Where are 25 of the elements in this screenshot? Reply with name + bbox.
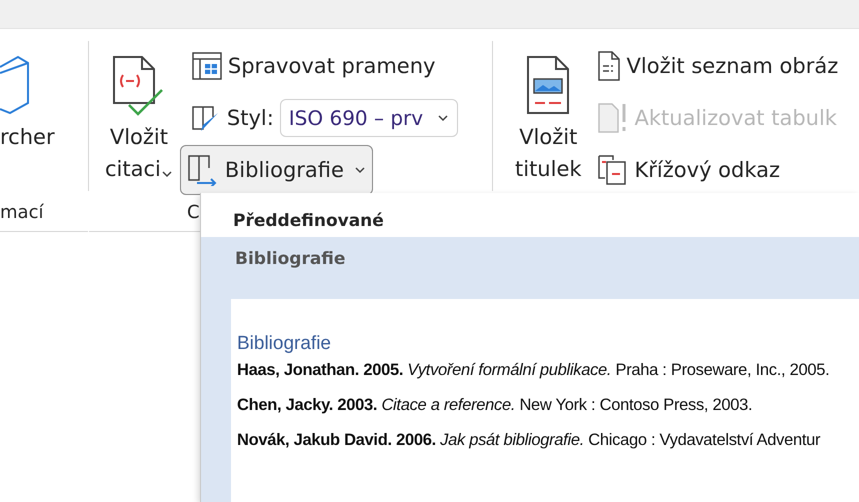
document-list-icon: [596, 51, 621, 81]
book-arrow-icon: [186, 154, 219, 186]
citation-entry: Novák, Jakub David. 2006. Jak psát bibliografie. Chicago : Vydavatelství Adventur: [237, 431, 822, 450]
bibliography-button[interactable]: Bibliografie: [180, 145, 373, 195]
citation-entry: Chen, Jacky. 2003. Citace a reference. New York : Contoso Press, 2003.: [237, 396, 754, 415]
chevron-icon: [160, 170, 173, 178]
ribbon-menu-button[interactable]: Vložit seznam obráz: [590, 41, 840, 91]
document-image-icon: [525, 55, 572, 117]
cube-icon: [0, 55, 30, 117]
group-label: mací: [0, 201, 45, 225]
preview-heading: Bibliografie: [237, 333, 332, 355]
citation-entry: Haas, Jonathan. 2005. Vytvoření formální publikace. Praha : Proseware, Inc., 2005.: [237, 361, 830, 380]
menu-header: Předdefinované: [232, 210, 385, 233]
gallery-item[interactable]: Bibliografie Bibliografie Haas, Jonathan. 2005. Vytvoření formální publikace. Praha : Proseware, Inc., 2005. Chen, Jacky. 2003. Citace a reference. New York : Contoso Press, 2003. Novák, Jakub David. 2006. Jak psát bibliografie. Chicago : Vydavatelství Adventur: [201, 237, 859, 502]
manage-sources-button[interactable]: Spravovat prameny: [184, 41, 458, 91]
table-icon: [192, 52, 222, 80]
cross-reference-icon: [596, 154, 629, 186]
group-label: C: [187, 201, 200, 225]
chevron-icon: [354, 166, 366, 174]
ribbon-button-label[interactable]: rcher: [0, 121, 55, 153]
chevron-icon: [437, 114, 450, 122]
insert-caption-button[interactable]: Vložit titulek: [493, 41, 590, 195]
style-dropdown[interactable]: ISO 690 – prv: [280, 99, 458, 137]
style-label: Styl:: [226, 106, 274, 130]
ribbon-menu-button[interactable]: Křížový odkaz: [590, 145, 840, 195]
